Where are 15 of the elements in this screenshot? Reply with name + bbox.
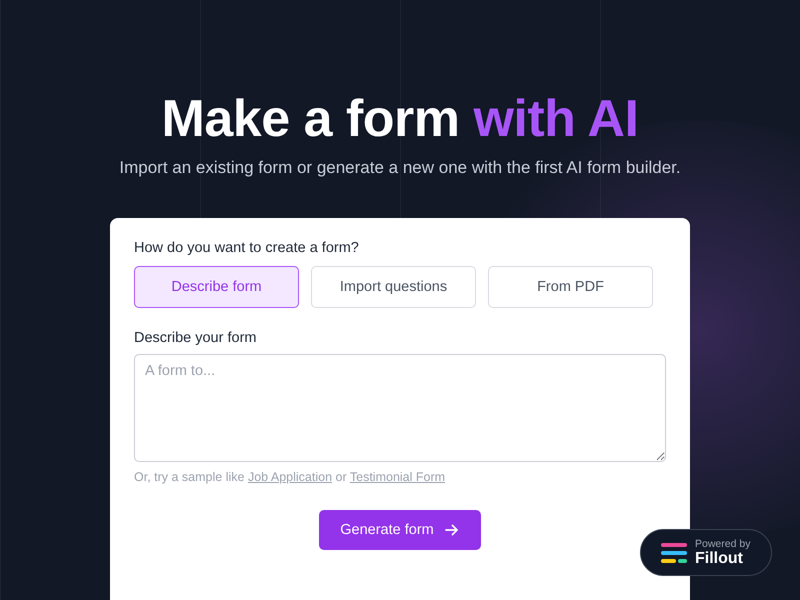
arrow-right-icon	[444, 522, 460, 538]
field-label: Describe your form	[134, 330, 258, 346]
badge-brand: Fillout	[695, 550, 744, 568]
powered-by-badge[interactable]: Powered by Fillout	[640, 529, 772, 576]
sample-hint: Or, try a sample like Job Application or Testimonial Form	[134, 470, 446, 484]
badge-caption: Powered by	[695, 538, 750, 550]
description-field[interactable]: A form to...	[134, 354, 666, 462]
page-subtitle: Import an existing form or generate a new one with the first AI form builder.	[118, 158, 682, 178]
generate-button[interactable]: Generate form	[319, 510, 481, 550]
page-heading: Make a form with AI	[160, 89, 640, 150]
option-tab[interactable]: Import questions	[311, 266, 476, 308]
question-label: How do you want to create a form?	[134, 240, 360, 256]
option-tab[interactable]: From PDF	[488, 266, 653, 308]
option-tab[interactable]: Describe form	[134, 266, 299, 308]
logo-icon	[661, 542, 687, 564]
